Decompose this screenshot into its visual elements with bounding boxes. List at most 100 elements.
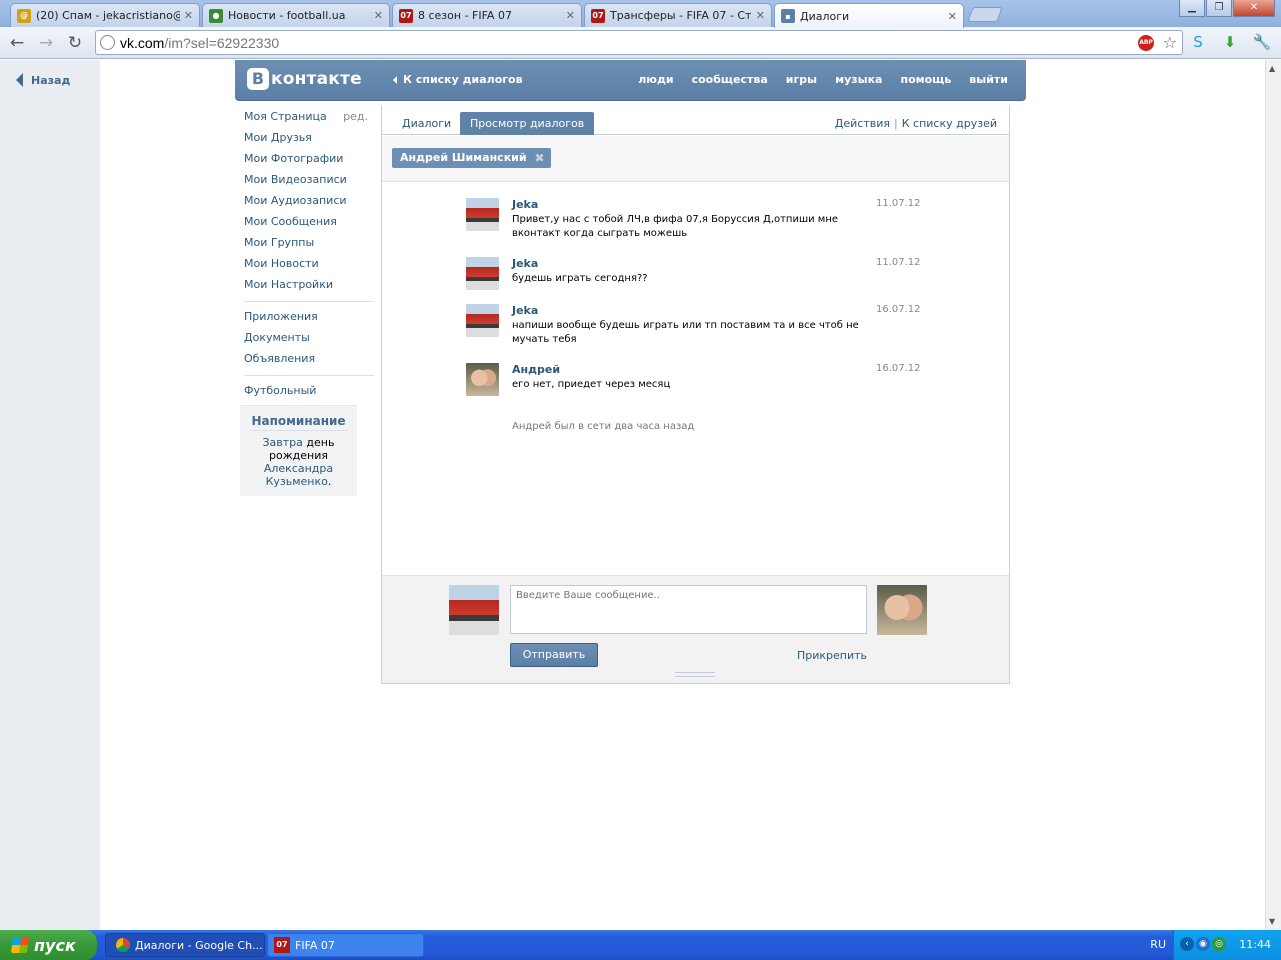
- message-author[interactable]: Jeka: [512, 257, 538, 270]
- page-viewport: Назад В контакте К списку диалогов люди …: [0, 60, 1265, 930]
- tray-network-icon[interactable]: ◉: [1196, 937, 1210, 951]
- dialog-filter-bar: Андрей Шиманский ✖: [382, 136, 1009, 182]
- tab-title: 8 сезон - FIFA 07: [418, 9, 512, 22]
- back-arrow-icon[interactable]: ←: [6, 32, 28, 54]
- close-icon[interactable]: ✕: [756, 9, 765, 22]
- language-indicator[interactable]: RU: [1150, 938, 1166, 951]
- sidebar-item-messages[interactable]: Мои Сообщения: [244, 215, 374, 236]
- scroll-up-icon[interactable]: ▲: [1269, 64, 1275, 73]
- message-author[interactable]: Jeka: [512, 198, 538, 211]
- scroll-down-icon[interactable]: ▼: [1269, 917, 1275, 926]
- chrome-icon: [116, 938, 130, 952]
- my-avatar[interactable]: [449, 585, 499, 635]
- close-icon[interactable]: ✕: [184, 9, 193, 22]
- browser-tab-mail[interactable]: @ (20) Спам - jekacristiano@ma ✕: [10, 3, 200, 27]
- tray-eye-icon[interactable]: ◎: [1212, 937, 1226, 951]
- sidebar-item-groups[interactable]: Мои Группы: [244, 236, 374, 257]
- send-button[interactable]: Отправить: [510, 643, 598, 667]
- vk-logo[interactable]: В контакте: [247, 68, 362, 90]
- nav-music[interactable]: музыка: [826, 73, 891, 86]
- resize-grip[interactable]: [675, 672, 715, 677]
- nav-communities[interactable]: сообщества: [683, 73, 777, 86]
- message-date: 16.07.12: [876, 363, 921, 374]
- avatar[interactable]: [466, 198, 499, 231]
- nav-help[interactable]: помощь: [891, 73, 960, 86]
- tabs-right-links: Действия | К списку друзей: [834, 117, 997, 130]
- tab-dialogs[interactable]: Диалоги: [392, 112, 461, 135]
- reminder-tomorrow-link[interactable]: Завтра: [263, 436, 303, 449]
- sidebar-item-audio[interactable]: Мои Аудиозаписи: [244, 194, 374, 215]
- filter-chip-user[interactable]: Андрей Шиманский ✖: [392, 148, 551, 168]
- start-button[interactable]: пуск: [0, 930, 97, 960]
- forward-arrow-icon[interactable]: →: [35, 32, 57, 54]
- minimize-icon[interactable]: ▁: [1179, 0, 1205, 17]
- window-close-icon[interactable]: ✕: [1233, 0, 1275, 17]
- sidebar-item-apps[interactable]: Приложения: [244, 310, 374, 331]
- url-text: vk.com/im?sel=62922330: [120, 35, 280, 51]
- skype-icon[interactable]: S: [1188, 32, 1208, 52]
- wrench-icon[interactable]: 🔧: [1252, 32, 1272, 52]
- browser-tab-football[interactable]: ● Новости - football.ua ✕: [202, 3, 390, 27]
- windows-flag-icon: [10, 937, 30, 953]
- page-scrollbar[interactable]: ▲ ▼: [1265, 60, 1281, 930]
- friends-list-link[interactable]: К списку друзей: [902, 117, 997, 130]
- at-sign-icon: @: [17, 8, 31, 23]
- fifa-07-icon: 07: [274, 937, 290, 953]
- reload-icon[interactable]: ↻: [64, 32, 86, 54]
- vk-top-nav: люди сообщества игры музыка помощь выйти: [629, 73, 1026, 86]
- avatar[interactable]: [466, 363, 499, 396]
- nav-logout[interactable]: выйти: [960, 73, 1026, 86]
- tab-title: Диалоги: [800, 9, 850, 23]
- sidebar-divider: [244, 375, 374, 376]
- online-status: Андрей был в сети два часа назад: [512, 421, 695, 432]
- back-to-dialogs-link[interactable]: К списку диалогов: [393, 73, 523, 86]
- recipient-avatar[interactable]: [877, 585, 927, 635]
- remove-filter-icon[interactable]: ✖: [535, 148, 545, 168]
- browser-tab-fifa-transfers[interactable]: 07 Трансферы - FIFA 07 - Стра ✕: [584, 3, 772, 27]
- message-text: его нет, приедет через месяц: [512, 379, 671, 390]
- sidebar-item-settings[interactable]: Мои Настройки: [244, 278, 374, 299]
- message-date: 11.07.12: [876, 257, 921, 268]
- message-input[interactable]: [510, 585, 867, 634]
- edit-link[interactable]: ред.: [343, 110, 368, 124]
- message-author[interactable]: Андрей: [512, 363, 560, 376]
- sidebar-item-videos[interactable]: Мои Видеозаписи: [244, 173, 374, 194]
- close-icon[interactable]: ✕: [948, 10, 957, 23]
- sidebar-item-news[interactable]: Мои Новости: [244, 257, 374, 278]
- adblock-icon[interactable]: ABP: [1138, 35, 1154, 51]
- message-author[interactable]: Jeka: [512, 304, 538, 317]
- new-tab-button[interactable]: [967, 7, 1003, 22]
- sidebar-item-photos[interactable]: Мои Фотографии: [244, 152, 374, 173]
- reminder-person-link[interactable]: Александра Кузьменко: [264, 462, 333, 488]
- tray-arrow-icon[interactable]: ‹: [1180, 937, 1194, 951]
- download-arrow-icon[interactable]: ⬇: [1220, 32, 1240, 52]
- browser-toolbar: ← → ↻ vk.com/im?sel=62922330 ABP ☆ S ⬇ 🔧: [0, 27, 1281, 59]
- browser-tab-fifa-season[interactable]: 07 8 сезон - FIFA 07 ✕: [392, 3, 582, 27]
- address-bar[interactable]: vk.com/im?sel=62922330 ABP ☆: [95, 30, 1183, 55]
- bookmark-star-icon[interactable]: ☆: [1163, 33, 1177, 52]
- avatar[interactable]: [466, 304, 499, 337]
- nav-games[interactable]: игры: [777, 73, 826, 86]
- browser-tab-dialogs[interactable]: ▪ Диалоги ✕: [774, 3, 964, 28]
- dialogs-panel: Диалоги Просмотр диалогов Действия | К спи…: [381, 105, 1010, 684]
- tab-view-dialogs[interactable]: Просмотр диалогов: [460, 112, 595, 135]
- actions-link[interactable]: Действия: [835, 117, 890, 130]
- back-link[interactable]: Назад: [16, 73, 70, 87]
- avatar[interactable]: [466, 257, 499, 290]
- birthday-reminder: Напоминание Завтра день рождения Алексан…: [240, 405, 357, 496]
- sidebar-item-football[interactable]: Футбольный: [244, 384, 374, 405]
- close-icon[interactable]: ✕: [374, 9, 383, 22]
- reminder-title: Напоминание: [250, 414, 347, 431]
- close-icon[interactable]: ✕: [566, 9, 575, 22]
- nav-people[interactable]: люди: [629, 73, 682, 86]
- sidebar-item-friends[interactable]: Мои Друзья: [244, 131, 374, 152]
- taskbar-item-fifa[interactable]: 07 FIFA 07: [267, 933, 424, 957]
- sidebar-item-ads[interactable]: Объявления: [244, 352, 374, 373]
- back-sidebar[interactable]: Назад: [0, 60, 100, 930]
- sidebar-item-my-page[interactable]: Моя Страница ред.: [244, 110, 374, 131]
- restore-icon[interactable]: ❐: [1206, 0, 1232, 17]
- page-info-icon[interactable]: [100, 35, 115, 50]
- sidebar-item-documents[interactable]: Документы: [244, 331, 374, 352]
- attach-link[interactable]: Прикрепить: [797, 649, 867, 662]
- taskbar-item-chrome[interactable]: Диалоги - Google Ch...: [105, 933, 265, 957]
